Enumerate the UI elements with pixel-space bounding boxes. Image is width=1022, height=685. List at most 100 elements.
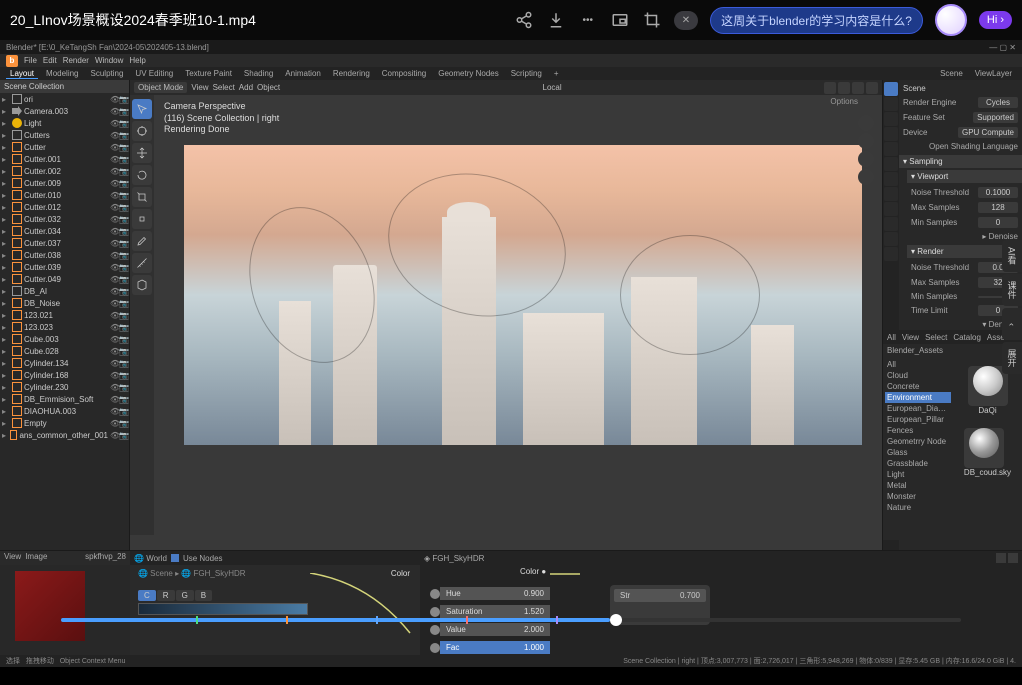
asset-category[interactable]: European_Diao... [885, 403, 951, 414]
outliner-item[interactable]: ▸Cutter.034👁📷 [0, 225, 129, 237]
asset-category[interactable]: All [885, 359, 951, 370]
rtab-chevron[interactable]: ‹ [1002, 308, 1022, 340]
progress-bar[interactable] [61, 618, 961, 622]
shading-rendered-icon[interactable] [866, 82, 878, 94]
fac-slider[interactable]: Fac1.000 [430, 641, 550, 654]
menu-render[interactable]: Render [63, 56, 89, 65]
outliner-item[interactable]: ▸DB_AI👁📷 [0, 285, 129, 297]
img-menu-view[interactable]: View [4, 552, 21, 564]
asset-category[interactable]: Grassblade [885, 458, 951, 469]
ws-uv[interactable]: UV Editing [131, 69, 177, 78]
outliner-item[interactable]: ▸DIAOHUA.003👁📷 [0, 405, 129, 417]
tool-annotate-icon[interactable] [132, 231, 152, 251]
outliner-item[interactable]: ▸Cutter.012👁📷 [0, 201, 129, 213]
close-button[interactable]: ✕ [674, 11, 698, 30]
color-ramp-bar[interactable] [138, 603, 308, 615]
saturation-slider[interactable]: Saturation1.520 [430, 605, 550, 618]
image-editor[interactable]: View Image spkfhvp_28 [0, 551, 130, 655]
outliner-item[interactable]: ▸Cutter.010👁📷 [0, 189, 129, 201]
ws-geo[interactable]: Geometry Nodes [434, 69, 502, 78]
asset-category[interactable]: European_Pillar [885, 414, 951, 425]
outliner-item[interactable]: ▸Cutter.049👁📷 [0, 273, 129, 285]
color-ramp-node[interactable]: C R G B [138, 590, 308, 615]
ws-shading[interactable]: Shading [240, 69, 277, 78]
hue-slider[interactable]: Hue0.900 [430, 587, 550, 600]
asset-category[interactable]: Monster [885, 491, 951, 502]
ws-comp[interactable]: Compositing [378, 69, 430, 78]
ptab-material-icon[interactable] [884, 247, 898, 261]
shading-wire-icon[interactable] [824, 82, 836, 94]
outliner-item[interactable]: ▸DB_Noise👁📷 [0, 297, 129, 309]
ws-render[interactable]: Rendering [329, 69, 374, 78]
nav-gizmo[interactable] [858, 115, 874, 185]
img-slot[interactable]: spkfhvp_28 [85, 552, 126, 564]
tool-move-icon[interactable] [132, 143, 152, 163]
tool-transform-icon[interactable] [132, 209, 152, 229]
rtab-ai[interactable]: AI看 [1002, 240, 1022, 272]
nav-zoom-icon[interactable] [858, 133, 874, 149]
node-snap-icon[interactable] [996, 553, 1006, 563]
download-icon[interactable] [546, 10, 566, 30]
node-breadcrumb[interactable]: 🌐 Scene ▸ 🌐 FGH_SkyHDR [138, 569, 246, 578]
outliner-item[interactable]: ▸Empty👁📷 [0, 417, 129, 429]
ws-texpaint[interactable]: Texture Paint [181, 69, 236, 78]
asset-tab-all[interactable]: All [887, 333, 896, 342]
hi-badge[interactable]: Hi › [979, 11, 1012, 29]
outliner-item[interactable]: ▸Cutters👁📷 [0, 129, 129, 141]
ws-layout[interactable]: Layout [6, 69, 38, 79]
img-menu-image[interactable]: Image [25, 552, 47, 564]
more-icon[interactable]: ••• [578, 10, 598, 30]
asset-category[interactable]: Light [885, 469, 951, 480]
node-editor-2[interactable]: ◈ FGH_SkyHDR Color ● Hue0.900 Saturation… [420, 551, 1022, 655]
outliner-item[interactable]: ▸Cutter.032👁📷 [0, 213, 129, 225]
viewlayer-selector[interactable]: ViewLayer [971, 69, 1016, 78]
menu-window[interactable]: Window [95, 56, 123, 65]
rtab-courseware[interactable]: 课件 [1002, 274, 1022, 306]
pip-icon[interactable] [610, 10, 630, 30]
outliner-item[interactable]: ▸Cutter.001👁📷 [0, 153, 129, 165]
outliner-item[interactable]: ▸Cutter.009👁📷 [0, 177, 129, 189]
outliner-item[interactable]: ▸Camera.003👁📷 [0, 105, 129, 117]
main-menubar[interactable]: b File Edit Render Window Help [0, 54, 1022, 67]
outliner-item[interactable]: ▸Cube.028👁📷 [0, 345, 129, 357]
ptab-object-icon[interactable] [884, 157, 898, 171]
shading-matprev-icon[interactable] [852, 82, 864, 94]
vp-menu-add[interactable]: Add [239, 83, 253, 92]
vp-menu-select[interactable]: Select [213, 83, 235, 92]
cr-c[interactable]: C [138, 590, 156, 601]
progress-handle[interactable] [610, 614, 622, 626]
menu-edit[interactable]: Edit [43, 56, 57, 65]
feature-set-select[interactable]: Supported [973, 112, 1018, 123]
asset-thumb-2[interactable]: DB_coud.sky [964, 423, 1011, 477]
ptab-output-icon[interactable] [884, 97, 898, 111]
osl-checkbox[interactable]: Open Shading Language [929, 142, 1018, 151]
ws-anim[interactable]: Animation [281, 69, 325, 78]
node-editor-1[interactable]: 🌐 World Use Nodes 🌐 Scene ▸ 🌐 FGH_SkyHDR… [130, 551, 420, 655]
workspace-tabs[interactable]: Layout Modeling Sculpting UV Editing Tex… [0, 67, 1022, 80]
tool-rotate-icon[interactable] [132, 165, 152, 185]
asset-tab-catalog[interactable]: Catalog [953, 333, 981, 342]
cr-r[interactable]: R [157, 590, 175, 601]
sampling-header[interactable]: ▾ Sampling [899, 155, 1022, 168]
ptab-modifier-icon[interactable] [884, 172, 898, 186]
outliner-item[interactable]: ▸Cylinder.134👁📷 [0, 357, 129, 369]
rtab-expand[interactable]: 展开 [1002, 342, 1022, 374]
use-nodes-checkbox[interactable] [171, 554, 179, 562]
tool-measure-icon[interactable] [132, 253, 152, 273]
outliner-item[interactable]: ▸123.021👁📷 [0, 309, 129, 321]
ptab-world-icon[interactable] [884, 142, 898, 156]
crop-icon[interactable] [642, 10, 662, 30]
nav-pan-icon[interactable] [858, 151, 874, 167]
mode-selector[interactable]: Object Mode [134, 82, 187, 93]
outliner-item[interactable]: ▸Cutter👁📷 [0, 141, 129, 153]
asset-category[interactable]: Glass [885, 447, 951, 458]
asset-tab-view[interactable]: View [902, 333, 919, 342]
nav-camera-icon[interactable] [858, 169, 874, 185]
outliner-item[interactable]: ▸Cylinder.230👁📷 [0, 381, 129, 393]
world-selector[interactable]: 🌐 World [134, 554, 167, 563]
ws-add[interactable]: + [550, 69, 563, 78]
node-pin-icon[interactable] [1008, 553, 1018, 563]
outliner-item[interactable]: ▸Light👁📷 [0, 117, 129, 129]
outliner-item[interactable]: ▸DB_Emmision_Soft👁📷 [0, 393, 129, 405]
ptab-particle-icon[interactable] [884, 187, 898, 201]
